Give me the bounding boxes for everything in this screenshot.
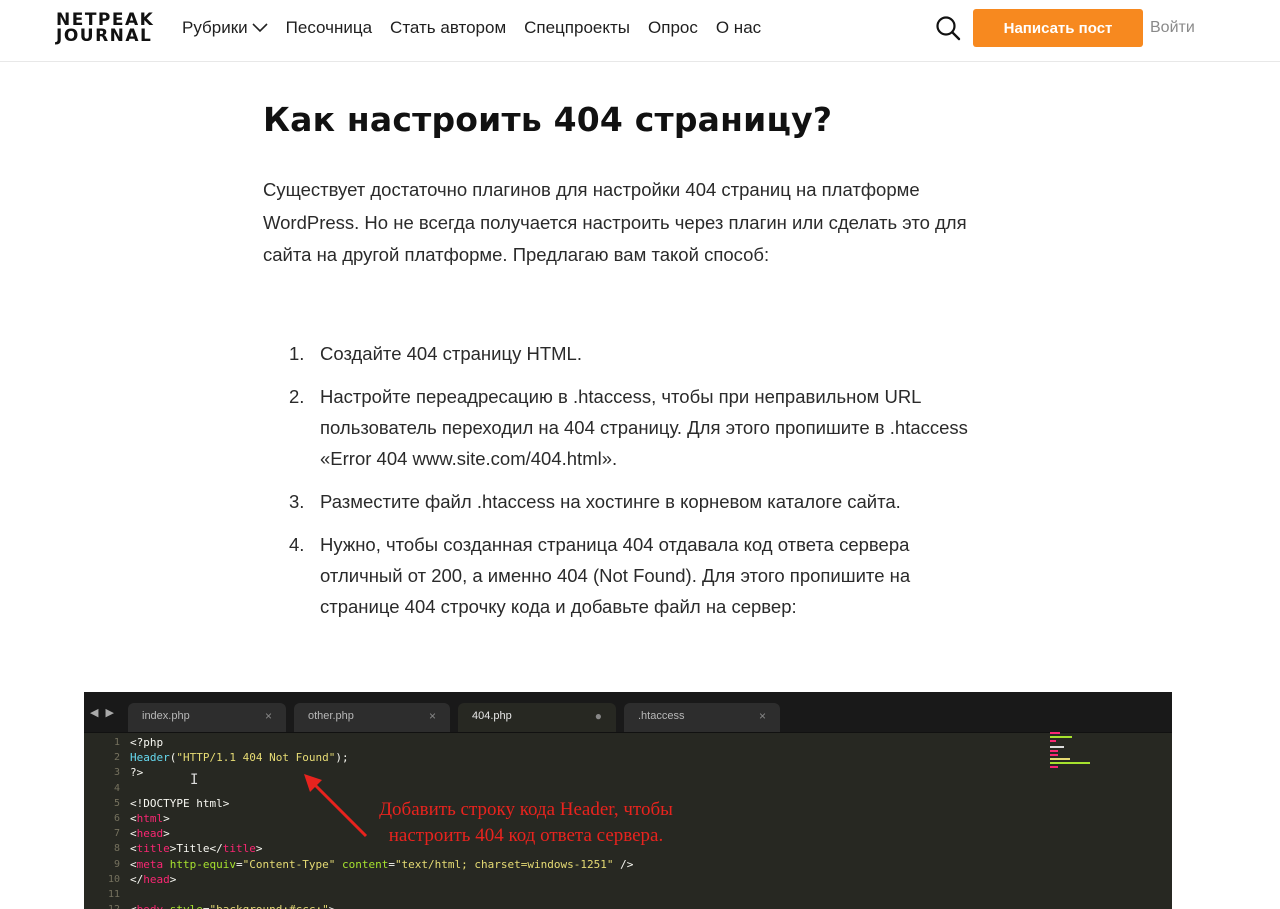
code-line: ​ bbox=[130, 887, 633, 902]
line-number: 9 bbox=[113, 858, 120, 870]
close-icon: × bbox=[264, 709, 272, 723]
tab-nav-arrows-icon: ◀ ▶ bbox=[90, 707, 116, 719]
nav-item-become-author[interactable]: Стать автором bbox=[390, 18, 506, 38]
write-post-button[interactable]: Написать пост bbox=[973, 9, 1143, 47]
code-line: <body style="background:#ccc;"> bbox=[130, 902, 633, 909]
line-number: 12 bbox=[84, 902, 120, 909]
editor-tab: index.php × bbox=[128, 703, 286, 732]
search-icon[interactable] bbox=[935, 15, 961, 41]
editor-tab-active: 404.php ● bbox=[458, 703, 616, 732]
line-number: 6 bbox=[113, 813, 120, 825]
list-number: 2. bbox=[289, 386, 305, 407]
nav-item-rubrics[interactable]: Рубрики bbox=[182, 18, 268, 38]
site-header: NETPEAK JOURNAL Рубрики Песочница Стать … bbox=[0, 0, 1280, 62]
main-nav: Рубрики Песочница Стать автором Спецпрое… bbox=[182, 18, 779, 38]
annotation-line-1: Добавить строку кода Header, чтобы bbox=[379, 799, 673, 820]
code-line: <?php bbox=[130, 736, 164, 749]
minimap bbox=[1050, 732, 1090, 768]
line-number: 8 bbox=[113, 843, 120, 855]
editor-tab-bar: ◀ ▶ index.php × other.php × 404.php ● .htac… bbox=[84, 692, 1172, 733]
code-line: <meta http-equiv="Content-Type" content=… bbox=[130, 857, 634, 871]
list-text: Разместите файл .htaccess на хостинге в … bbox=[320, 491, 901, 512]
line-number: 5 bbox=[113, 797, 120, 809]
close-icon: × bbox=[758, 709, 766, 723]
chevron-down-icon bbox=[252, 23, 268, 33]
list-item: 2. Настройте переадресацию в .htaccess, ч… bbox=[263, 381, 993, 474]
steps-list: 1. Создайте 404 страницу HTML. 2. Настройт… bbox=[263, 338, 993, 634]
line-number: 3 bbox=[113, 767, 120, 779]
line-number-gutter: 123456789101112 bbox=[84, 732, 120, 909]
article-heading: Как настроить 404 страницу? bbox=[263, 100, 833, 139]
editor-tab-label: .htaccess bbox=[638, 710, 685, 722]
nav-item-about[interactable]: О нас bbox=[716, 18, 761, 38]
list-text: Нужно, чтобы созданная страница 404 отда… bbox=[320, 534, 911, 617]
code-line: ​ bbox=[130, 781, 633, 796]
line-number: 4 bbox=[113, 782, 120, 794]
close-icon: × bbox=[428, 709, 436, 723]
list-text: Настройте переадресацию в .htaccess, что… bbox=[320, 386, 968, 469]
nav-item-sandbox[interactable]: Песочница bbox=[286, 18, 372, 38]
nav-item-label: Рубрики bbox=[182, 18, 248, 37]
nav-item-special-projects[interactable]: Спецпроекты bbox=[524, 18, 630, 38]
text-cursor-icon: I bbox=[190, 772, 199, 788]
line-number: 11 bbox=[107, 889, 120, 901]
annotation-line-2: настроить 404 код ответа сервера. bbox=[388, 825, 664, 846]
code-line: </head> bbox=[130, 872, 177, 886]
list-number: 3. bbox=[289, 491, 305, 512]
site-logo[interactable]: NETPEAK JOURNAL bbox=[56, 12, 154, 46]
unsaved-dot-icon: ● bbox=[594, 709, 602, 723]
list-item: 3. Разместите файл .htaccess на хостинге … bbox=[263, 486, 993, 517]
article-intro: Существует достаточно плагинов для настр… bbox=[263, 179, 967, 265]
code-annotation: Добавить строку кода Header, чтобы настр… bbox=[286, 797, 766, 849]
logo-line-2: JOURNAL bbox=[56, 26, 153, 46]
list-item: 1. Создайте 404 страницу HTML. bbox=[263, 338, 993, 369]
code-line: ?> bbox=[130, 766, 144, 780]
line-number: 7 bbox=[113, 828, 120, 840]
editor-tab-label: index.php bbox=[142, 710, 190, 722]
login-link[interactable]: Войти bbox=[1150, 19, 1195, 37]
editor-tab-label: other.php bbox=[308, 710, 354, 722]
list-number: 1. bbox=[289, 343, 305, 364]
nav-item-poll[interactable]: Опрос bbox=[648, 18, 698, 38]
editor-tab: other.php × bbox=[294, 703, 450, 732]
line-number: 1 bbox=[113, 737, 120, 748]
list-number: 4. bbox=[289, 534, 305, 555]
list-text: Создайте 404 страницу HTML. bbox=[320, 343, 582, 364]
editor-tab: .htaccess × bbox=[624, 703, 780, 732]
code-line: Header("HTTP/1.1 404 Not Found"); bbox=[130, 751, 349, 765]
line-number: 2 bbox=[113, 752, 120, 764]
editor-tab-label: 404.php bbox=[472, 710, 512, 722]
list-item: 4. Нужно, чтобы созданная страница 404 от… bbox=[263, 529, 993, 622]
line-number: 10 bbox=[107, 873, 120, 885]
